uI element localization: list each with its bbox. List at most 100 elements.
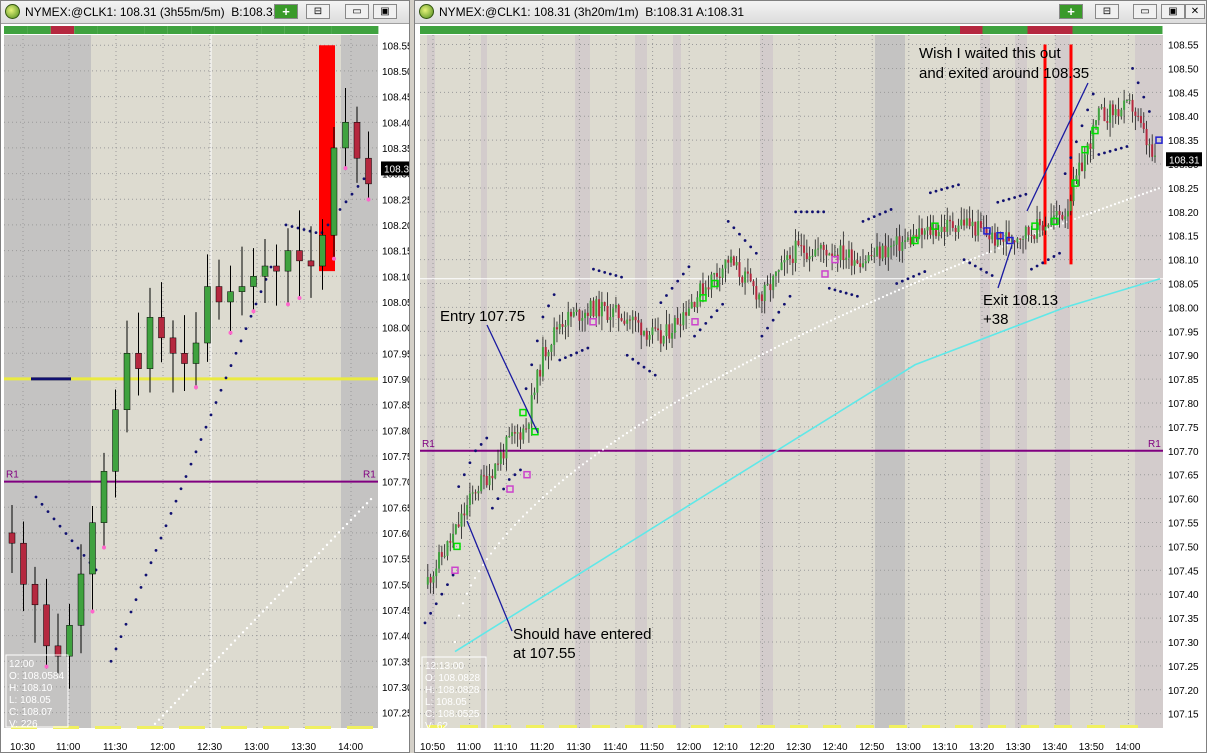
candle-body	[693, 301, 696, 308]
psar-dot	[434, 602, 438, 606]
chart-window-5m[interactable]: NYMEX:@CLK1: 108.31 (3h55m/5m) B:108.31 …	[0, 0, 410, 753]
status-strip-cell	[1027, 26, 1050, 34]
candle-body	[859, 263, 862, 267]
white-dots	[773, 346, 777, 350]
psar-dot	[1058, 251, 1061, 255]
white-dots	[257, 614, 261, 617]
volume-strip	[1120, 725, 1138, 728]
status-strip-cell	[622, 26, 645, 34]
candle-body	[901, 242, 904, 251]
white-dots	[177, 697, 181, 701]
candle-body	[842, 245, 845, 261]
white-dots	[313, 556, 317, 559]
psar-dot	[698, 328, 702, 332]
y-tick-label: 107.95	[1168, 327, 1199, 338]
psar-dot	[451, 573, 455, 577]
candle-body	[1148, 144, 1151, 146]
white-dots	[577, 466, 581, 469]
psar-dot	[179, 487, 183, 491]
candle-body	[640, 322, 643, 336]
psar-dot	[895, 282, 899, 285]
add-icon[interactable]: +	[1059, 4, 1083, 19]
candle-body	[772, 275, 775, 291]
candle-body	[499, 452, 502, 464]
psar-dot	[159, 536, 163, 540]
y-tick-label: 108.00	[382, 324, 410, 335]
databox-line: C: 108.0525	[425, 709, 480, 720]
databox-line: V: 226	[9, 719, 38, 730]
psar-dot	[923, 270, 927, 273]
candle-body	[1052, 215, 1055, 218]
candle-body	[963, 219, 966, 226]
title-bar[interactable]: NYMEX:@CLK1: 108.31 (3h20m/1m) B:108.31 …	[415, 1, 1206, 24]
psar-dot	[124, 622, 128, 626]
minimize-icon[interactable]: ▭	[345, 4, 369, 19]
white-dots	[217, 656, 221, 659]
white-dots	[1129, 197, 1133, 200]
psar-dot	[709, 315, 713, 319]
annotation-should-line1: Should have entered	[513, 626, 651, 643]
y-tick-label: 108.20	[382, 221, 410, 232]
candle-body	[330, 147, 338, 236]
pin-icon[interactable]: ⊟	[1095, 4, 1119, 19]
x-tick-label: 11:00	[457, 742, 482, 753]
pin-icon[interactable]: ⊟	[306, 4, 330, 19]
restore-icon[interactable]: ▣	[373, 4, 397, 19]
psar-dot	[1074, 140, 1078, 144]
candle-body	[1109, 104, 1112, 123]
restore-icon[interactable]: ▣	[1161, 4, 1185, 19]
psar-dot	[732, 226, 736, 230]
white-dots	[157, 718, 161, 721]
white-dots	[1137, 194, 1141, 197]
status-strip-cell	[667, 26, 690, 34]
y-tick-label: 108.45	[382, 93, 410, 104]
candle-body	[979, 221, 982, 228]
candle-body	[906, 237, 909, 241]
candle-body	[564, 325, 567, 327]
candle-body	[468, 493, 471, 505]
candle-body	[968, 218, 971, 227]
session-shade	[427, 35, 435, 728]
session-shade	[980, 35, 990, 728]
status-strip-cell	[284, 26, 309, 34]
minimize-icon[interactable]: ▭	[1133, 4, 1157, 19]
psar-dot	[119, 635, 123, 639]
volume-strip	[856, 725, 874, 728]
white-dots	[565, 475, 569, 479]
annotation-wish-line1: Wish I waited this out	[919, 45, 1062, 62]
add-icon[interactable]: +	[274, 4, 298, 19]
candle-body	[89, 522, 96, 575]
price-chart-5m[interactable]: 108.55108.50108.45108.40108.35108.30108.…	[1, 23, 410, 753]
psar-dot	[154, 548, 158, 552]
title-bar[interactable]: NYMEX:@CLK1: 108.31 (3h55m/5m) B:108.31 …	[1, 1, 409, 24]
close-icon[interactable]: ✕	[1185, 4, 1205, 19]
white-dots	[997, 247, 1001, 250]
white-dots	[789, 338, 793, 342]
chart-window-1m[interactable]: NYMEX:@CLK1: 108.31 (3h20m/1m) B:108.31 …	[414, 0, 1207, 753]
candle-body	[620, 318, 623, 321]
candle-body	[965, 218, 968, 226]
white-dots	[673, 401, 677, 404]
white-dots	[529, 507, 533, 510]
candle-body	[1019, 238, 1022, 240]
y-tick-label: 108.15	[1168, 232, 1199, 243]
status-strip-cell	[802, 26, 825, 34]
status-strip-cell	[121, 26, 145, 34]
x-tick-label: 13:30	[291, 742, 316, 753]
psar-dot	[973, 264, 977, 268]
white-dots	[697, 387, 701, 390]
psar-dot	[184, 475, 188, 478]
white-dots	[817, 325, 821, 328]
price-chart-1m[interactable]: 108.55108.50108.45108.40108.35108.30108.…	[415, 23, 1207, 753]
candle-body	[1008, 232, 1010, 241]
status-strip-cell	[712, 26, 735, 34]
candle-body	[319, 234, 326, 267]
white-dots	[305, 564, 309, 567]
candle-body	[1033, 235, 1036, 239]
candle-body	[575, 309, 578, 313]
annotation-exit: Exit 108.13	[983, 292, 1058, 309]
psar-dot	[1136, 81, 1140, 85]
status-strip-cell	[355, 26, 379, 34]
white-dots	[801, 332, 805, 336]
status-strip-cell	[1140, 26, 1163, 34]
